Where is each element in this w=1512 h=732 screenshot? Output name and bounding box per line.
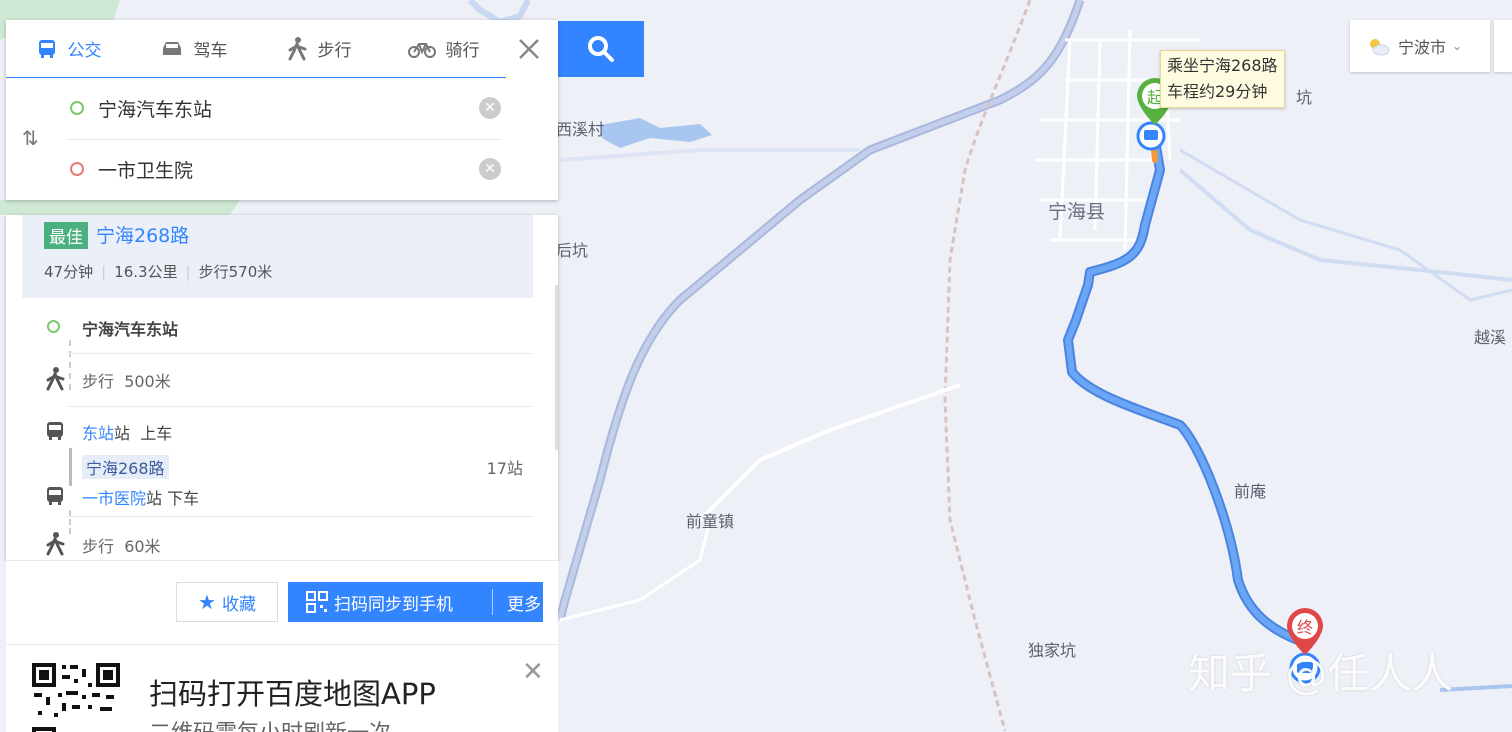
walk2-value: 60米 xyxy=(124,537,161,556)
bus-line-tag[interactable]: 宁海268路 xyxy=(82,455,169,479)
weather-icon xyxy=(1370,39,1390,56)
city-name: 宁波市 xyxy=(1398,38,1447,57)
map-label-ninghai-county: 宁海县 xyxy=(1048,201,1106,223)
tab-walk-label: 步行 xyxy=(317,41,352,61)
search-icon xyxy=(588,36,614,62)
map-label-keng: 坑 xyxy=(1296,88,1313,107)
action-bar: ★ 收藏 扫码同步到手机 更多 xyxy=(6,560,558,645)
origin-field[interactable]: 宁海汽车东站 ✕ xyxy=(66,78,501,138)
destination-field[interactable]: 一市卫生院 ✕ xyxy=(66,139,501,199)
route-duration: 47分钟 xyxy=(44,263,94,281)
favorite-button[interactable]: ★ 收藏 xyxy=(176,582,278,622)
map-label-xixicun: 西溪村 xyxy=(556,120,605,139)
walk-icon xyxy=(288,36,306,60)
tab-drive[interactable]: 驾车 xyxy=(131,20,256,77)
tab-drive-label: 驾车 xyxy=(193,41,228,61)
start-bus-stop-icon[interactable] xyxy=(1136,121,1166,151)
origin-dot-icon xyxy=(70,101,84,115)
walk-connector xyxy=(69,340,71,390)
board-stop-suffix: 站 xyxy=(114,424,131,443)
step-divider xyxy=(66,516,533,517)
walk1-value: 500米 xyxy=(124,372,171,391)
map-label-dujiakeng: 独家坑 xyxy=(1028,641,1077,660)
walk-icon xyxy=(46,532,65,556)
tab-bike[interactable]: 骑行 xyxy=(381,20,506,77)
origin-value: 宁海汽车东站 xyxy=(98,98,213,121)
tooltip-line-time: 车程约29分钟 xyxy=(1167,82,1268,101)
tab-walk[interactable]: 步行 xyxy=(256,20,381,77)
more-button[interactable]: 更多 xyxy=(493,590,541,615)
map-label-qiantong-town: 前童镇 xyxy=(686,512,735,531)
route-tooltip: 乘坐宁海268路 车程约29分钟 xyxy=(1160,50,1285,108)
map-label-yuexi: 越溪 xyxy=(1474,328,1507,347)
destination-dot-icon xyxy=(70,162,84,176)
best-route-summary[interactable]: 最佳 宁海268路 47分钟 | 16.3公里 | 步行570米 xyxy=(22,215,533,298)
sync-label: 扫码同步到手机 xyxy=(334,594,453,615)
close-promo-icon[interactable]: ✕ xyxy=(522,657,544,687)
walk1-label: 步行 xyxy=(82,372,115,391)
board-action: 上车 xyxy=(140,424,173,443)
watermark: 知乎 @任人人 xyxy=(1188,649,1454,698)
bus-icon xyxy=(47,422,63,440)
swap-icon[interactable]: ⇅ xyxy=(22,126,39,150)
route-distance: 16.3公里 xyxy=(114,263,178,281)
panel-scrollbar[interactable] xyxy=(555,285,558,450)
app-qr-promo: 扫码打开百度地图APP 二维码需每小时刷新一次 ✕ xyxy=(6,644,558,732)
tab-transit[interactable]: 公交 xyxy=(6,20,131,77)
tab-bike-label: 骑行 xyxy=(445,41,480,61)
bus-connector xyxy=(69,448,72,486)
route-name[interactable]: 宁海268路 xyxy=(96,221,189,248)
qr-title: 扫码打开百度地图APP xyxy=(149,677,436,711)
qr-code-image xyxy=(30,661,122,732)
board-stop-link[interactable]: 东站 xyxy=(82,424,114,443)
alight-action: 下车 xyxy=(167,489,200,508)
sync-part[interactable]: 扫码同步到手机 xyxy=(288,590,476,615)
sync-to-phone-button[interactable]: 扫码同步到手机 更多 xyxy=(288,582,543,622)
star-icon: ★ xyxy=(198,590,216,614)
search-button[interactable] xyxy=(558,21,644,77)
chevron-down-icon: ⌄ xyxy=(1452,39,1463,53)
step-divider xyxy=(66,353,533,354)
alight-stop-suffix: 站 xyxy=(146,489,163,508)
route-walk-value: 570米 xyxy=(228,263,273,281)
step-divider xyxy=(66,406,533,407)
route-detail-panel: 最佳 宁海268路 47分钟 | 16.3公里 | 步行570米 宁海汽车东站 步行 5… xyxy=(6,215,558,560)
map-tool-stub[interactable] xyxy=(1494,20,1512,72)
destination-value: 一市卫生院 xyxy=(98,159,194,182)
qr-code-icon xyxy=(306,591,328,613)
map-label-qianan: 前庵 xyxy=(1234,482,1267,501)
route-meta: 47分钟 | 16.3公里 | 步行570米 xyxy=(44,263,273,281)
start-dot-icon xyxy=(47,320,60,333)
route-search-box: 公交 驾车 步行 骑行 ⇅ 宁海汽车东站 ✕ 一市卫生院 ✕ xyxy=(6,20,558,200)
walk2-label: 步行 xyxy=(82,537,115,556)
map-label-houkeng: 后坑 xyxy=(556,241,589,260)
step-start-name: 宁海汽车东站 xyxy=(82,320,179,339)
best-badge: 最佳 xyxy=(44,222,88,249)
bike-icon xyxy=(407,42,436,58)
walk-connector xyxy=(69,510,71,534)
tab-transit-label: 公交 xyxy=(67,41,102,61)
bus-stop-count: 17站 xyxy=(486,459,523,478)
bus-icon xyxy=(47,487,63,505)
car-icon xyxy=(162,41,181,55)
alight-stop-link[interactable]: 一市医院 xyxy=(82,489,146,508)
clear-origin-icon[interactable]: ✕ xyxy=(479,97,501,119)
city-selector[interactable]: 宁波市 ⌄ xyxy=(1350,20,1490,72)
travel-mode-tabs: 公交 驾车 步行 骑行 xyxy=(6,20,506,78)
tooltip-line-bus: 乘坐宁海268路 xyxy=(1167,56,1278,75)
route-walk-prefix: 步行 xyxy=(198,263,229,281)
end-marker-label: 终 xyxy=(1297,618,1313,637)
clear-destination-icon[interactable]: ✕ xyxy=(479,158,501,180)
walk-icon xyxy=(46,367,65,391)
close-icon[interactable] xyxy=(514,34,544,64)
qr-subtitle: 二维码需每小时刷新一次 xyxy=(149,715,391,732)
bus-icon xyxy=(38,39,55,58)
favorite-label: 收藏 xyxy=(221,594,256,615)
